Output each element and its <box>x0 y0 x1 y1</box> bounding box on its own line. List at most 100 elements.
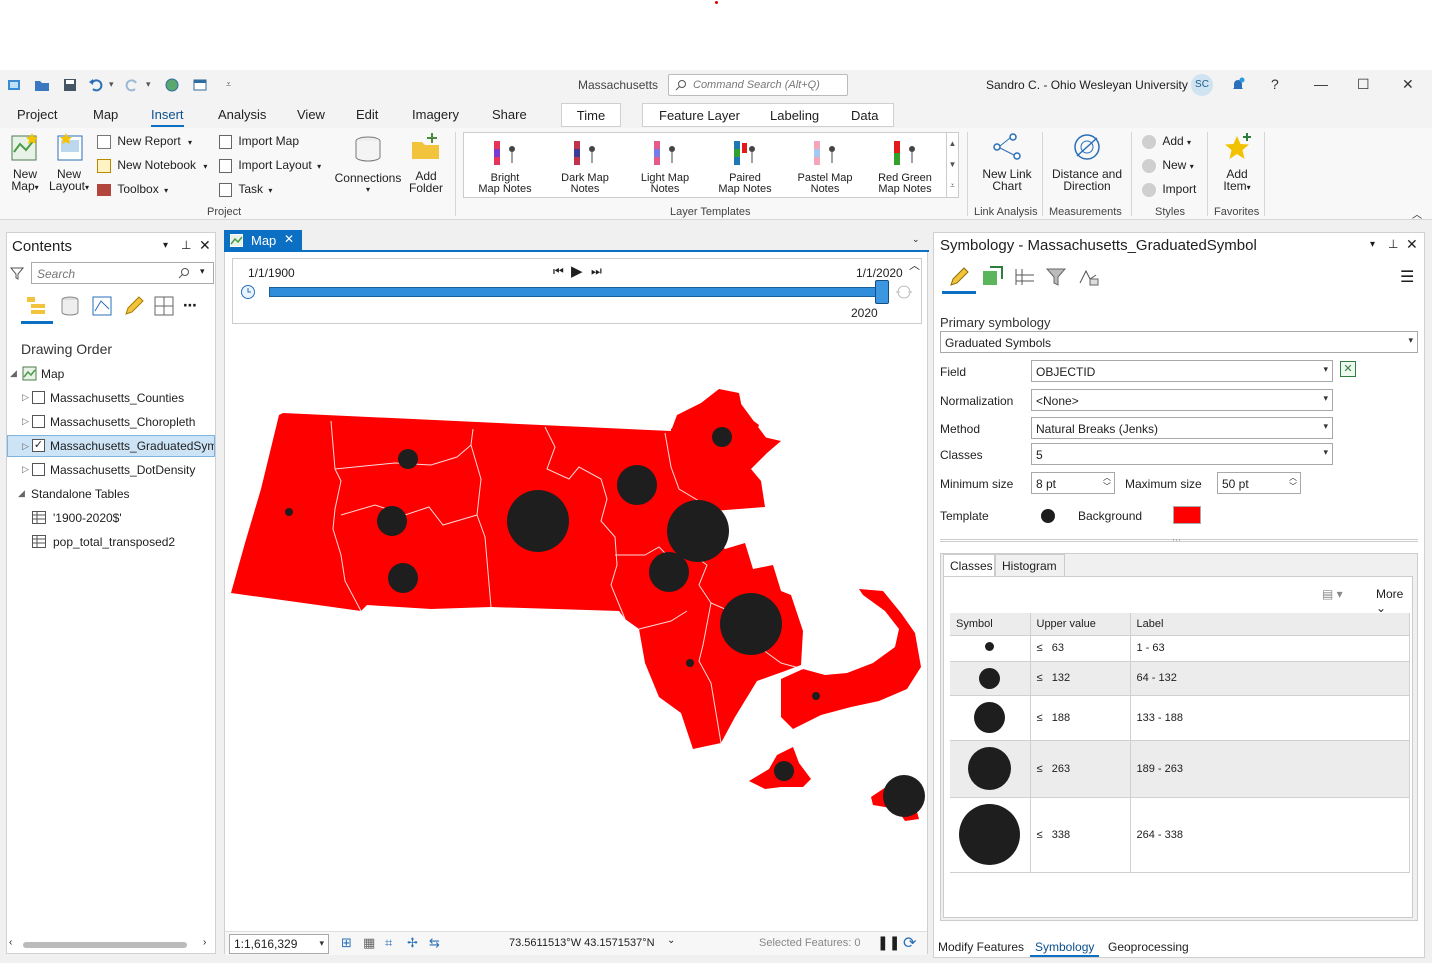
tab-edit[interactable]: Edit <box>356 107 378 122</box>
tab-symbology[interactable]: Symbology <box>1030 940 1100 957</box>
upper-value-cell[interactable]: ≤ 63 <box>1030 635 1131 662</box>
more-options-icon[interactable]: ⋯ <box>183 297 197 314</box>
undo-icon[interactable] <box>88 77 104 93</box>
minimum-size-stepper[interactable]: 8 pt ︿ ﹀ <box>1031 472 1115 494</box>
table-item-pop-total[interactable]: pop_total_transposed2 <box>7 531 215 553</box>
layer-item-dot-density[interactable]: ▷ Massachusetts_DotDensity <box>7 459 215 481</box>
close-pane-icon[interactable]: ✕ <box>199 237 211 254</box>
new-report-button[interactable]: New Report ▾ <box>97 134 192 149</box>
avatar[interactable]: SC <box>1191 74 1213 96</box>
new-layout-button[interactable]: New Layout▾ <box>46 132 92 194</box>
label-cell[interactable]: 133 - 188 <box>1130 695 1410 741</box>
add-folder-button[interactable]: Add Folder <box>405 132 447 194</box>
grid-snap-icon[interactable]: ✢ <box>407 935 418 951</box>
layer-item-choropleth[interactable]: ▷ Massachusetts_Choropleth <box>7 411 215 433</box>
new-style-button[interactable]: New ▾ <box>1142 158 1194 173</box>
table-item-1900-2020[interactable]: '1900-2020$' <box>7 507 215 529</box>
list-by-snapping-icon[interactable] <box>153 295 175 317</box>
tree-item-map[interactable]: ◢ Map <box>7 363 215 385</box>
collapse-time-slider-icon[interactable]: ︿ <box>909 257 920 273</box>
tree-item-standalone-tables[interactable]: ◢ Standalone Tables <box>7 483 215 505</box>
map-canvas[interactable] <box>225 329 927 929</box>
more-menu[interactable]: More ⌄ <box>1376 587 1412 615</box>
tab-histogram[interactable]: Histogram <box>995 554 1065 576</box>
layer-visibility-checkbox[interactable] <box>32 463 45 476</box>
maximize-icon[interactable]: ☐ <box>1357 76 1370 93</box>
scroll-right-icon[interactable]: › <box>203 937 206 948</box>
user-name[interactable]: Sandro C. - Ohio Wesleyan University <box>986 78 1188 92</box>
play-icon[interactable]: ▶ <box>571 262 583 280</box>
tab-feature-layer[interactable]: Feature Layer <box>659 108 740 123</box>
vary-symbology-icon[interactable] <box>980 265 1004 289</box>
tab-data[interactable]: Data <box>851 108 878 123</box>
layer-item-graduated-symbol[interactable]: ▷ ✓ Massachusetts_GraduatedSymb <box>7 435 215 457</box>
add-style-button[interactable]: Add ▾ <box>1142 134 1191 149</box>
expression-builder-icon[interactable]: ✕ <box>1340 361 1356 377</box>
list-by-editing-icon[interactable] <box>123 295 145 317</box>
pane-options-icon[interactable]: ▾ <box>163 240 168 251</box>
close-pane-icon[interactable]: ✕ <box>1406 236 1418 253</box>
toolbox-button[interactable]: Toolbox ▾ <box>97 182 168 196</box>
tab-geoprocessing[interactable]: Geoprocessing <box>1108 940 1189 954</box>
field-dropdown[interactable]: OBJECTID ▾ <box>1031 360 1333 382</box>
pin-icon[interactable]: ⊥ <box>181 238 191 252</box>
list-by-data-source-icon[interactable] <box>59 295 81 317</box>
expand-triangle-icon[interactable]: ▷ <box>22 416 29 427</box>
pane-options-icon[interactable]: ▾ <box>1370 239 1375 250</box>
save-project-icon[interactable] <box>62 77 78 93</box>
column-header-label[interactable]: Label <box>1130 613 1410 636</box>
task-button[interactable]: Task ▾ <box>219 182 272 197</box>
label-cell[interactable]: 1 - 63 <box>1130 635 1410 662</box>
tab-map[interactable]: Map <box>93 107 118 122</box>
import-style-button[interactable]: Import <box>1142 182 1196 197</box>
class-symbol-cell[interactable] <box>950 635 1031 662</box>
massachusetts-polygons[interactable] <box>231 389 921 821</box>
grid-icon[interactable]: ▦ <box>363 935 375 951</box>
tab-share[interactable]: Share <box>492 107 527 122</box>
collapse-triangle-icon[interactable]: ◢ <box>18 488 25 499</box>
close-map-tab-icon[interactable]: ✕ <box>284 232 294 246</box>
new-notebook-button[interactable]: New Notebook ▾ <box>97 158 207 173</box>
template-paired-map-notes[interactable]: Paired Map Notes <box>708 137 782 195</box>
table-row[interactable]: ≤ 263 189 - 263 <box>950 740 1410 798</box>
gallery-scroller[interactable]: ▲ ▼ ⩡ <box>946 133 958 197</box>
layer-item-counties[interactable]: ▷ Massachusetts_Counties <box>7 387 215 409</box>
label-class-icon[interactable] <box>1012 265 1036 289</box>
scroll-thumb[interactable] <box>23 942 187 948</box>
globe-icon[interactable] <box>164 77 180 93</box>
open-project-icon[interactable] <box>34 77 50 93</box>
fixed-zoom-icon[interactable]: ⊞ <box>341 935 352 951</box>
map-tab-overflow-icon[interactable]: ⌄ <box>912 234 920 245</box>
customize-toolbar-icon[interactable]: ⩡ <box>226 79 231 90</box>
expand-triangle-icon[interactable]: ▷ <box>22 392 29 403</box>
help-icon[interactable]: ? <box>1271 76 1279 92</box>
expand-triangle-icon[interactable]: ▷ <box>22 441 29 452</box>
layer-visibility-checkbox-checked[interactable]: ✓ <box>32 439 45 452</box>
template-pastel-map-notes[interactable]: Pastel Map Notes <box>788 137 862 195</box>
template-red-green-map-notes[interactable]: Red Green Map Notes <box>868 137 942 195</box>
window-icon[interactable] <box>192 77 208 93</box>
tab-imagery[interactable]: Imagery <box>412 107 459 122</box>
class-symbol-cell[interactable] <box>950 695 1031 741</box>
next-step-icon[interactable]: ⏭ <box>591 264 602 279</box>
table-row[interactable]: ≤ 132 64 - 132 <box>950 661 1410 696</box>
collapse-triangle-icon[interactable]: ◢ <box>10 368 17 379</box>
tab-view[interactable]: View <box>297 107 325 122</box>
column-header-symbol[interactable]: Symbol <box>950 613 1031 636</box>
distance-and-direction-button[interactable]: Distance and Direction <box>1050 132 1124 192</box>
class-symbol-cell[interactable] <box>950 740 1031 798</box>
template-dark-map-notes[interactable]: Dark Map Notes <box>548 137 622 195</box>
map-tab[interactable]: Map ✕ <box>224 230 302 251</box>
symbol-filter-icon[interactable] <box>1044 265 1068 289</box>
coordinate-format-icon[interactable]: ⌄ <box>667 935 675 946</box>
notification-bell-icon[interactable] <box>1230 77 1246 93</box>
close-window-icon[interactable]: ✕ <box>1402 76 1414 93</box>
table-row[interactable]: ≤ 338 264 - 338 <box>950 797 1410 873</box>
column-header-upper-value[interactable]: Upper value <box>1030 613 1131 636</box>
hamburger-menu-icon[interactable]: ☰ <box>1400 267 1414 287</box>
import-map-button[interactable]: Import Map <box>219 134 299 149</box>
new-link-chart-button[interactable]: New Link Chart <box>978 132 1036 192</box>
refresh-icon[interactable]: ⟳ <box>903 933 916 953</box>
add-item-button[interactable]: Add Item▾ <box>1216 132 1258 194</box>
label-cell[interactable]: 189 - 263 <box>1130 740 1410 798</box>
